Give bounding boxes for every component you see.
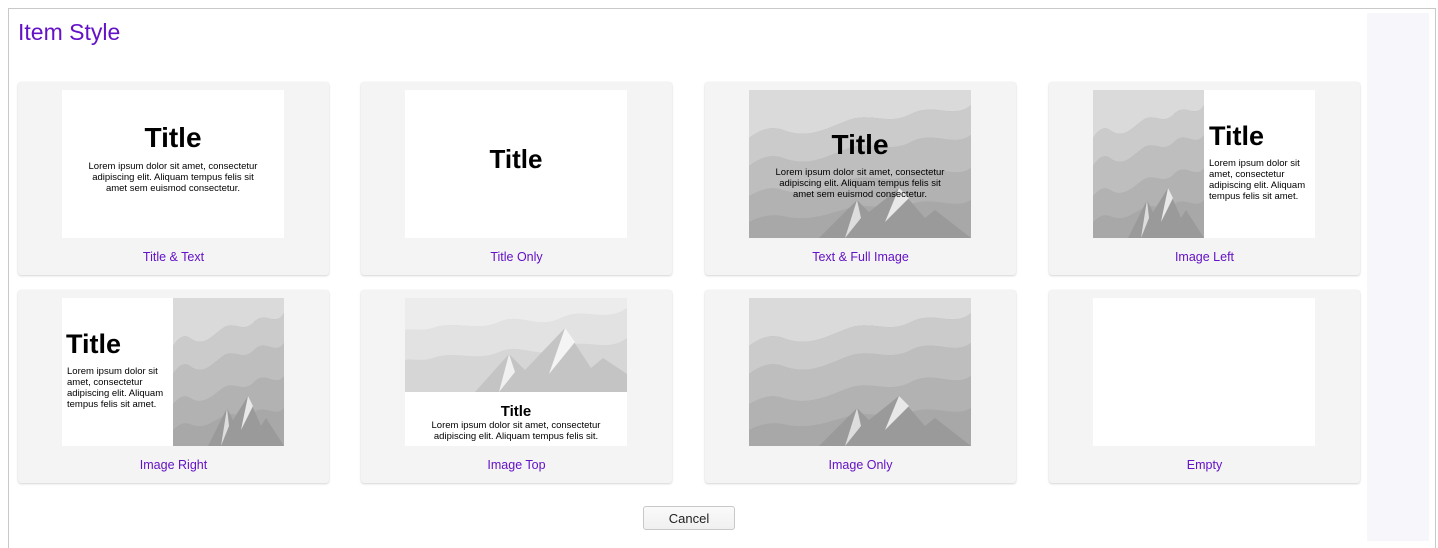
option-label: Empty: [1186, 458, 1223, 472]
style-option-title-text[interactable]: Title Lorem ipsum dolor sit amet, consec…: [18, 82, 329, 275]
preview-thumbnail: Title Lorem ipsum dolor sit amet, consec…: [62, 90, 284, 238]
style-option-image-right[interactable]: Title Lorem ipsum dolor sit amet, consec…: [18, 290, 329, 483]
option-label: Title & Text: [142, 250, 205, 264]
preview-thumbnail: Title Lorem ipsum dolor sit amet, consec…: [405, 298, 627, 446]
preview-text: Lorem ipsum dolor sit amet, consectetur …: [431, 420, 601, 442]
landscape-image: [749, 298, 971, 446]
preview-text: Lorem ipsum dolor sit amet, consectetur …: [67, 366, 164, 410]
option-label: Image Left: [1174, 250, 1235, 264]
style-option-text-full-image[interactable]: Title Lorem ipsum dolor sit amet, consec…: [705, 82, 1016, 275]
preview-text: Lorem ipsum dolor sit amet, consectetur …: [88, 161, 258, 194]
style-option-image-only[interactable]: Image Only: [705, 290, 1016, 483]
style-option-image-top[interactable]: Title Lorem ipsum dolor sit amet, consec…: [361, 290, 672, 483]
landscape-image: [173, 298, 284, 446]
preview-thumbnail: Title Lorem ipsum dolor sit amet, consec…: [62, 298, 284, 446]
preview-title: Title: [500, 403, 532, 420]
option-label: Text & Full Image: [812, 250, 909, 264]
option-label: Image Only: [828, 458, 893, 472]
preview-title: Title: [66, 329, 122, 359]
preview-thumbnail: [1093, 298, 1315, 446]
dialog-title: Item Style: [18, 19, 121, 45]
preview-thumbnail: Title Lorem ipsum dolor sit amet, consec…: [749, 90, 971, 238]
landscape-image: [1093, 90, 1204, 238]
landscape-image: [749, 90, 971, 238]
preview-thumbnail: Title: [405, 90, 627, 238]
preview-title: Title: [831, 129, 889, 160]
option-label: Title Only: [490, 250, 543, 264]
preview-title: Title: [489, 144, 543, 174]
landscape-image: [405, 298, 627, 392]
side-panel: [1367, 13, 1429, 541]
style-option-title-only[interactable]: Title Title Only: [361, 82, 672, 275]
option-label: Image Right: [139, 458, 208, 472]
preview-thumbnail: [749, 298, 971, 446]
preview-text: Lorem ipsum dolor sit amet, consectetur …: [775, 167, 945, 200]
option-label: Image Top: [487, 458, 546, 472]
preview-text: Lorem ipsum dolor sit amet, consectetur …: [1209, 158, 1306, 202]
style-option-image-left[interactable]: Title Lorem ipsum dolor sit amet, consec…: [1049, 82, 1360, 275]
preview-title: Title: [144, 122, 202, 153]
cancel-button[interactable]: Cancel: [643, 506, 735, 530]
preview-thumbnail: Title Lorem ipsum dolor sit amet, consec…: [1093, 90, 1315, 238]
style-option-empty[interactable]: Empty: [1049, 290, 1360, 483]
preview-title: Title: [1209, 121, 1265, 151]
